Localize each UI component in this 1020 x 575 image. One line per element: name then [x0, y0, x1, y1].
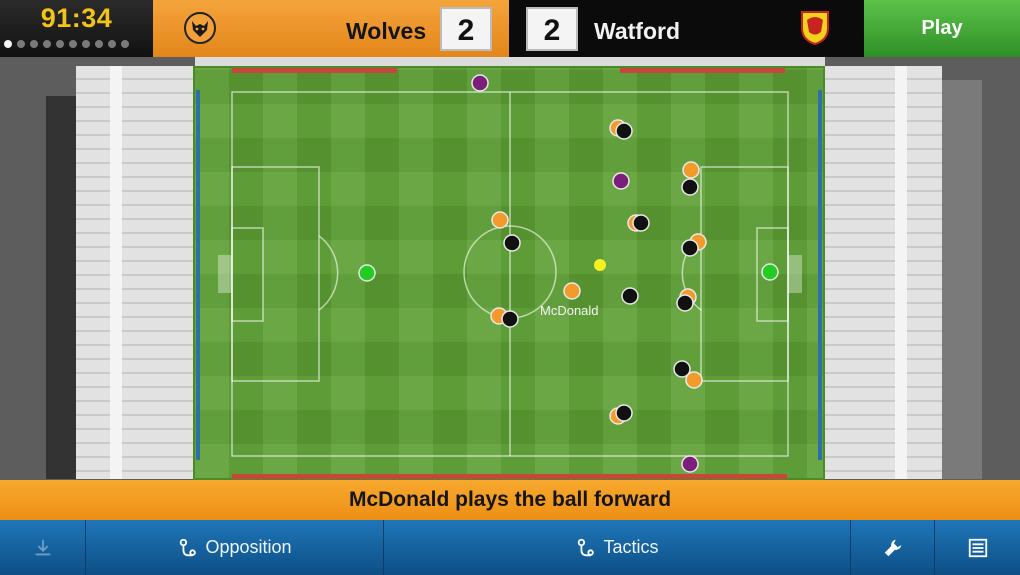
away-player-marker [501, 310, 519, 328]
opposition-button[interactable]: Opposition [86, 520, 383, 575]
tactics-board-icon [578, 538, 595, 556]
goalkeeper-marker [761, 263, 779, 281]
highlighted-player-name: McDonald [540, 303, 599, 318]
tactics-label: Tactics [603, 537, 659, 557]
wrench-icon [884, 539, 901, 556]
home-player-marker [491, 211, 509, 229]
list-icon [968, 538, 987, 557]
ball-marker [594, 259, 606, 271]
goalkeeper-marker [358, 264, 376, 282]
home-player-marker [682, 161, 700, 179]
referee-marker [471, 74, 489, 92]
settings-button[interactable] [851, 520, 934, 575]
tactics-button[interactable]: Tactics [384, 520, 850, 575]
away-player-marker [615, 404, 633, 422]
commentary-bar: McDonald plays the ball forward [0, 480, 1020, 520]
menu-button[interactable] [935, 520, 1020, 575]
away-player-marker [503, 234, 521, 252]
opposition-label: Opposition [205, 537, 292, 557]
referee-marker [681, 455, 699, 473]
away-player-marker [632, 214, 650, 232]
referee-marker [612, 172, 630, 190]
away-player-marker [676, 294, 694, 312]
away-player-marker [681, 178, 699, 196]
away-player-marker [673, 360, 691, 378]
download-icon [35, 539, 50, 555]
away-player-marker [615, 122, 633, 140]
tactics-board-icon [180, 538, 197, 556]
home-player-marker [563, 282, 581, 300]
away-player-marker [681, 239, 699, 257]
away-player-marker [621, 287, 639, 305]
download-button[interactable] [0, 520, 85, 575]
